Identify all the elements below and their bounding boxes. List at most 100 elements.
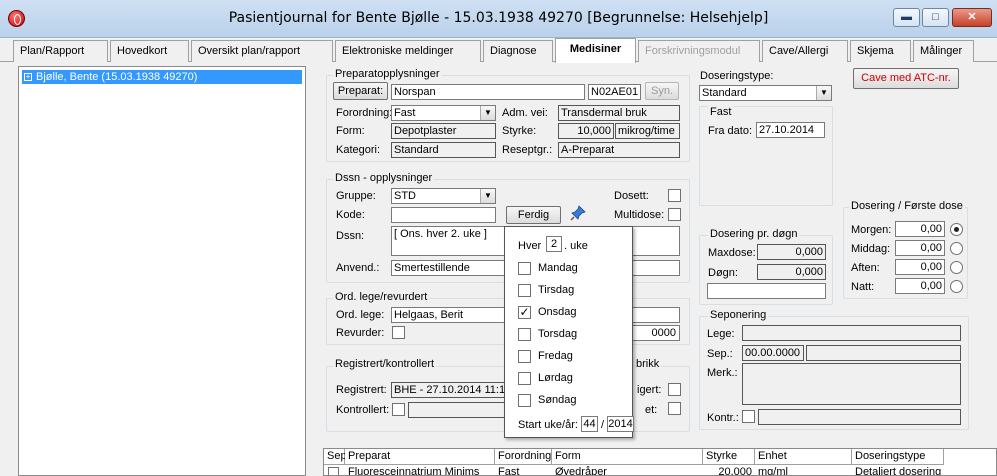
tab-medisiner[interactable]: Medisiner	[555, 38, 636, 63]
kontrollert-right-checkbox[interactable]	[668, 402, 681, 415]
pin-icon[interactable]	[570, 205, 586, 221]
tirsdag-label: Tirsdag	[538, 284, 575, 296]
fast-group	[699, 106, 833, 206]
tab-elektroniske-meldinger[interactable]: Elektroniske meldinger	[335, 40, 481, 62]
col-doseringstype[interactable]: Doseringstype	[852, 449, 944, 465]
fra-dato-field[interactable]: 27.10.2014	[756, 122, 825, 138]
forste-dose-group-label: Dosering / Første dose	[849, 200, 965, 213]
row-sep-checkbox[interactable]	[328, 467, 339, 475]
tab-diagnose[interactable]: Diagnose	[483, 40, 553, 62]
aften-field[interactable]: 0,00	[895, 259, 945, 275]
gruppe-label: Gruppe:	[336, 190, 376, 202]
cell-doseringstype: Detaljert dosering	[855, 466, 942, 476]
cell-forordning: Fast	[498, 466, 520, 476]
tirsdag-checkbox[interactable]	[518, 284, 531, 297]
natt-radio[interactable]	[950, 280, 963, 293]
expand-icon[interactable]: +	[24, 73, 32, 81]
maxdose-label: Maxdose:	[708, 247, 756, 259]
kategori-label: Kategori:	[336, 144, 381, 156]
sep-date-field: 00.00.0000	[742, 345, 804, 361]
natt-label: Natt:	[851, 281, 875, 293]
torsdag-label: Torsdag	[538, 328, 578, 340]
cave-atc-button[interactable]: Cave med ATC-nr.	[853, 68, 959, 89]
tab-malinger[interactable]: Målinger	[913, 40, 974, 62]
chevron-down-icon[interactable]: ▼	[480, 189, 495, 203]
tab-cave-allergi[interactable]: Cave/Allergi	[762, 40, 848, 62]
kontrollert-checkbox[interactable]	[392, 403, 405, 416]
onsdag-label: Onsdag	[538, 306, 577, 318]
merk-label: Merk.:	[707, 367, 738, 379]
middag-field[interactable]: 0,00	[895, 240, 945, 256]
chevron-down-icon[interactable]: ▼	[816, 86, 831, 100]
app-window: Pasientjournal for Bente Bjølle - 15.03.…	[0, 0, 997, 476]
reseptgr-label: Reseptgr.:	[502, 144, 553, 156]
middag-radio[interactable]	[950, 242, 963, 255]
chevron-down-icon[interactable]: ▼	[480, 106, 495, 120]
aften-radio[interactable]	[950, 261, 963, 274]
kode-label: Kode:	[336, 209, 365, 221]
tab-oversikt-plan-rapport[interactable]: Oversikt plan/rapport	[191, 40, 333, 62]
col-styrke[interactable]: Styrke	[703, 449, 755, 465]
col-forordning[interactable]: Forordning	[495, 449, 552, 465]
lordag-label: Lørdag	[538, 372, 573, 384]
tab-hovedkort[interactable]: Hovedkort	[110, 40, 189, 62]
kontrollert-right-label: et:	[645, 404, 658, 416]
merk-field	[742, 363, 961, 405]
col-preparat[interactable]: Preparat	[345, 449, 495, 465]
morgen-field[interactable]: 0,00	[895, 221, 945, 237]
preparat-name-field[interactable]: Norspan	[391, 84, 585, 100]
atc-field[interactable]: N02AE01	[588, 84, 641, 100]
start-year-field[interactable]: 2014	[607, 416, 634, 432]
title-bar[interactable]: Pasientjournal for Bente Bjølle - 15.03.…	[0, 0, 997, 38]
dosett-checkbox[interactable]	[668, 189, 681, 202]
multidose-checkbox[interactable]	[668, 208, 681, 221]
close-button[interactable]: ✕	[952, 8, 992, 27]
forordning-combo[interactable]: Fast ▼	[391, 105, 496, 121]
kontr-checkbox[interactable]	[742, 410, 755, 423]
sondag-label: Søndag	[538, 394, 577, 406]
kontr-field	[758, 409, 961, 425]
gruppe-combo[interactable]: STD ▼	[391, 188, 496, 204]
syn-button[interactable]: Syn.	[645, 82, 679, 100]
aften-label: Aften:	[851, 262, 880, 274]
patient-tree[interactable]: + Bjølle, Bente (15.03.1938 49270)	[18, 66, 306, 476]
preparat-button[interactable]: Preparat:	[333, 82, 388, 100]
seponering-group-label: Seponering	[708, 309, 769, 322]
lordag-checkbox[interactable]	[518, 372, 531, 385]
doseringstype-combo[interactable]: Standard ▼	[699, 85, 832, 101]
kontrollert-field	[408, 402, 506, 418]
ord-lege-label: Ord. lege:	[336, 309, 385, 321]
sep-lege-label: Lege:	[707, 328, 735, 340]
col-sep[interactable]: Sep	[324, 449, 347, 465]
col-form[interactable]: Form	[552, 449, 703, 465]
kode-field[interactable]	[391, 207, 496, 223]
dosering-dogn-group-label: Dosering pr. døgn	[708, 228, 800, 241]
revurder-checkbox[interactable]	[392, 326, 405, 339]
sondag-checkbox[interactable]	[518, 394, 531, 407]
tab-plan-rapport[interactable]: Plan/Rapport	[13, 40, 108, 62]
tab-skjema[interactable]: Skjema	[850, 40, 911, 62]
maximize-button[interactable]: □	[922, 8, 949, 27]
tab-forskrivningsmodul[interactable]: Forskrivningsmodul	[638, 40, 760, 62]
hver-field[interactable]: 2	[546, 236, 562, 252]
col-enhet[interactable]: Enhet	[755, 449, 852, 465]
sep-lege-field	[742, 325, 961, 341]
styrke-label: Styrke:	[502, 125, 537, 137]
forordning-value: Fast	[394, 107, 416, 119]
mandag-checkbox[interactable]	[518, 262, 531, 275]
morgen-radio[interactable]	[950, 223, 963, 236]
adm-vei-field: Transdermal bruk	[558, 105, 680, 121]
minimize-button[interactable]: ▬	[893, 8, 920, 27]
start-week-field[interactable]: 44	[581, 416, 598, 432]
torsdag-checkbox[interactable]	[518, 328, 531, 341]
registrert-right-checkbox[interactable]	[668, 383, 681, 396]
forordning-label: Forordning:	[336, 107, 393, 119]
tree-item-patient[interactable]: + Bjølle, Bente (15.03.1938 49270)	[22, 70, 302, 84]
onsdag-checkbox[interactable]: ✓	[518, 306, 531, 319]
fredag-checkbox[interactable]	[518, 350, 531, 363]
dosering-dogn-extra-field[interactable]	[707, 283, 826, 299]
medication-table[interactable]: Sep Preparat Forordning Form Styrke Enhe…	[323, 448, 997, 476]
natt-field[interactable]: 0,00	[895, 278, 945, 294]
ferdig-button[interactable]: Ferdig	[506, 206, 561, 224]
tree-item-label: Bjølle, Bente (15.03.1938 49270)	[36, 71, 198, 83]
